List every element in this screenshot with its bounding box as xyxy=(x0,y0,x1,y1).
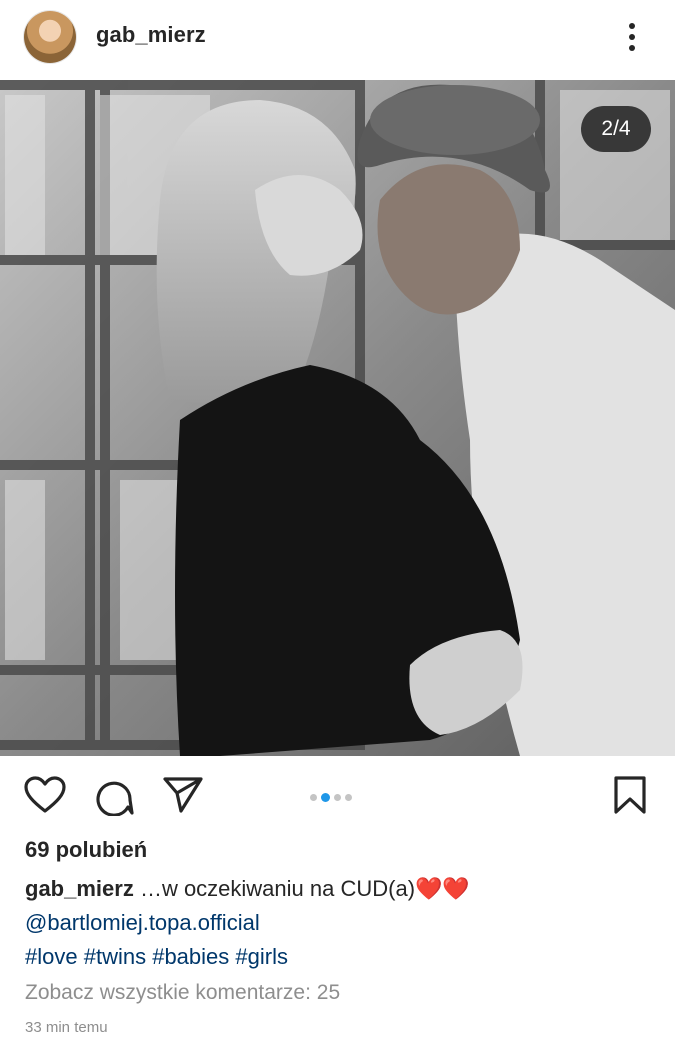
view-comments-link[interactable]: Zobacz wszystkie komentarze: 25 xyxy=(25,981,340,1005)
post-username[interactable]: gab_mierz xyxy=(96,22,206,48)
like-count[interactable]: 69 polubień xyxy=(25,837,147,863)
hashtag-link[interactable]: #love xyxy=(25,944,78,969)
hashtag-link[interactable]: #girls xyxy=(235,944,288,969)
carousel-dot-active xyxy=(321,793,330,803)
carousel-dot xyxy=(345,794,352,802)
carousel-dot xyxy=(310,794,317,802)
post-timestamp: 33 min temu xyxy=(25,1019,108,1036)
carousel-indicator xyxy=(310,789,356,803)
hashtag-link[interactable]: #babies xyxy=(152,944,229,969)
comment-icon[interactable] xyxy=(94,776,134,816)
carousel-dot xyxy=(334,794,341,802)
caption: gab_mierz …w oczekiwaniu na CUD(a)❤️❤️ @… xyxy=(25,872,655,974)
post-photo[interactable]: 2/4 xyxy=(0,80,675,756)
caption-username[interactable]: gab_mierz xyxy=(25,876,134,901)
caption-text: …w oczekiwaniu na CUD(a) xyxy=(133,876,416,901)
hashtag-link[interactable]: #twins xyxy=(84,944,146,969)
avatar[interactable] xyxy=(24,11,76,63)
send-icon[interactable] xyxy=(163,776,203,814)
caption-line: gab_mierz …w oczekiwaniu na CUD(a)❤️❤️ xyxy=(25,872,655,906)
mention-link[interactable]: @bartlomiej.topa.official xyxy=(25,910,260,935)
photo-image xyxy=(0,80,675,756)
slide-counter: 2/4 xyxy=(581,106,651,152)
hashtag-line: #love #twins #babies #girls xyxy=(25,940,655,974)
caption-emoji: ❤️❤️ xyxy=(415,876,470,901)
action-bar xyxy=(0,770,675,820)
bookmark-icon[interactable] xyxy=(613,775,647,815)
post-header: gab_mierz xyxy=(0,0,675,80)
more-vertical-icon[interactable] xyxy=(620,20,644,54)
heart-icon[interactable] xyxy=(24,776,66,814)
